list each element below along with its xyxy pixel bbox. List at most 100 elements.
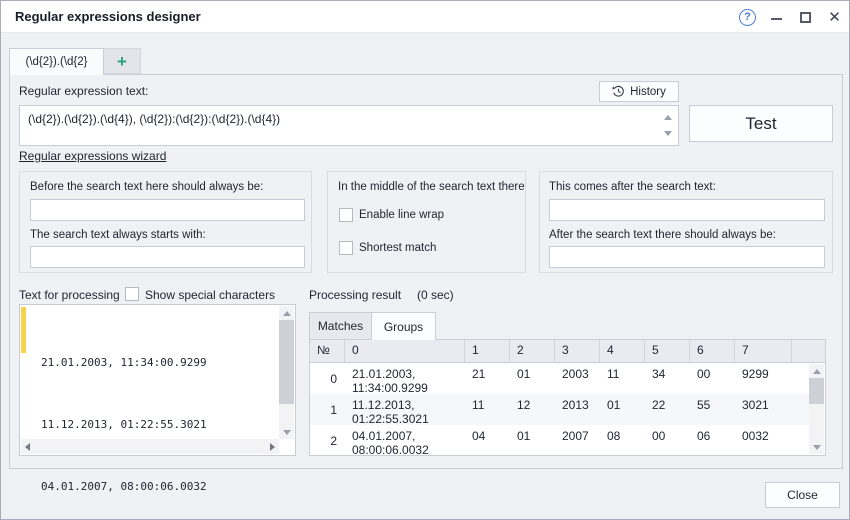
tab-regex-pattern[interactable]: (\d{2}).(\d{2}: [9, 48, 104, 75]
scroll-down-icon: [664, 131, 672, 136]
editor-lines: 21.01.2003, 11:34:00.9299 11.12.2013, 01…: [41, 308, 207, 520]
modified-lines-marker: [21, 307, 26, 353]
match-cell: 21.01.2003, 11:34:00.9299: [345, 363, 465, 394]
shortest-match-label: Shortest match: [359, 242, 436, 254]
starts-with-label: The search text always starts with:: [30, 229, 206, 241]
middle-group-title: In the middle of the search text there: [338, 181, 525, 193]
scroll-right-icon[interactable]: [270, 443, 275, 451]
before-text-label: Before the search text here should alway…: [30, 181, 263, 193]
column-header-1[interactable]: 1: [465, 340, 510, 362]
group-cell: 34: [645, 363, 690, 394]
regex-input-value: (\d{2}).(\d{2}).(\d{4}), (\d{2}):(\d{2})…: [28, 112, 656, 126]
group-cell: 00: [690, 363, 735, 394]
group-cell: 01: [510, 425, 555, 455]
group-cell: 21: [465, 363, 510, 394]
comes-after-label: This comes after the search text:: [549, 181, 716, 193]
add-tab-button[interactable]: +: [104, 48, 141, 74]
column-header-4[interactable]: 4: [600, 340, 645, 362]
column-header-2[interactable]: 2: [510, 340, 555, 362]
close-button[interactable]: Close: [765, 482, 840, 508]
editor-vertical-scrollbar[interactable]: [279, 306, 294, 439]
row-index-cell: 2: [310, 425, 345, 455]
column-header-7[interactable]: 7: [735, 340, 792, 362]
tab-matches[interactable]: Matches: [309, 312, 372, 340]
scroll-up-icon: [664, 115, 672, 120]
group-cell: 22: [645, 394, 690, 425]
group-cell: 2003: [555, 363, 600, 394]
minimize-icon: [771, 18, 782, 20]
group-cell: 00: [645, 425, 690, 455]
regex-input[interactable]: (\d{2}).(\d{2}).(\d{4}), (\d{2}):(\d{2})…: [19, 105, 679, 146]
history-clock-icon: [612, 85, 625, 98]
middle-search-group: In the middle of the search text there E…: [327, 171, 526, 273]
group-cell: 2007: [555, 425, 600, 455]
after-always-input[interactable]: [549, 246, 825, 268]
window-controls: ? ✕: [733, 1, 849, 33]
scroll-down-icon[interactable]: [279, 425, 294, 439]
table-vertical-scrollbar[interactable]: [809, 364, 824, 454]
minimize-button[interactable]: [762, 1, 791, 33]
column-header-0[interactable]: 0: [345, 340, 465, 362]
group-cell: 55: [690, 394, 735, 425]
groups-result-table: № 0 1 2 3 4 5 6 7 0 21.01.2003, 11:34:00…: [309, 339, 826, 456]
after-search-group: This comes after the search text: After …: [539, 171, 833, 273]
group-cell: 11: [465, 394, 510, 425]
editor-line: 11.12.2013, 01:22:55.3021: [41, 417, 207, 433]
column-header-filler: [792, 340, 825, 362]
before-text-input[interactable]: [30, 199, 305, 221]
match-cell: 11.12.2013, 01:22:55.3021: [345, 394, 465, 425]
history-button[interactable]: History: [599, 81, 679, 102]
table-row[interactable]: 2 04.01.2007, 08:00:06.0032 04 01 2007 0…: [310, 425, 809, 455]
shortest-match-checkbox[interactable]: [339, 241, 353, 255]
column-header-index[interactable]: №: [310, 340, 345, 362]
group-cell: 08: [600, 425, 645, 455]
column-header-5[interactable]: 5: [645, 340, 690, 362]
table-header-row: № 0 1 2 3 4 5 6 7: [310, 340, 825, 363]
column-header-6[interactable]: 6: [690, 340, 735, 362]
group-cell: 2013: [555, 394, 600, 425]
regex-wizard-link[interactable]: Regular expressions wizard: [19, 149, 166, 163]
titlebar: Regular expressions designer ? ✕: [1, 1, 849, 33]
regex-text-label: Regular expression text:: [19, 84, 148, 98]
scrollbar-thumb[interactable]: [279, 320, 294, 404]
scrollbar-thumb[interactable]: [809, 378, 824, 404]
editor-line: 04.01.2007, 08:00:06.0032: [41, 479, 207, 495]
regex-designer-window: Regular expressions designer ? ✕ (\d{2})…: [0, 0, 850, 520]
scroll-up-icon[interactable]: [279, 306, 294, 320]
processing-time-label: (0 sec): [417, 288, 454, 302]
table-row[interactable]: 0 21.01.2003, 11:34:00.9299 21 01 2003 1…: [310, 363, 809, 394]
column-header-3[interactable]: 3: [555, 340, 600, 362]
maximize-button[interactable]: [791, 1, 820, 33]
editor-line: 21.01.2003, 11:34:00.9299: [41, 355, 207, 371]
enable-line-wrap-label: Enable line wrap: [359, 209, 444, 221]
comes-after-input[interactable]: [549, 199, 825, 221]
starts-with-input[interactable]: [30, 246, 305, 268]
tab-groups[interactable]: Groups: [371, 312, 436, 340]
enable-line-wrap-checkbox[interactable]: [339, 208, 353, 222]
group-cell: 01: [600, 394, 645, 425]
regex-input-scroll[interactable]: [661, 106, 675, 145]
processing-result-label: Processing result: [309, 288, 401, 302]
table-row[interactable]: 1 11.12.2013, 01:22:55.3021 11 12 2013 0…: [310, 394, 809, 425]
test-button[interactable]: Test: [689, 105, 833, 142]
table-body: 0 21.01.2003, 11:34:00.9299 21 01 2003 1…: [310, 363, 809, 455]
row-index-cell: 1: [310, 394, 345, 425]
group-cell: 3021: [735, 394, 792, 425]
close-window-button[interactable]: ✕: [820, 1, 849, 33]
group-cell: 0032: [735, 425, 792, 455]
scroll-up-icon[interactable]: [809, 364, 824, 378]
scroll-left-icon[interactable]: [25, 443, 30, 451]
editor-horizontal-scrollbar[interactable]: [21, 439, 279, 454]
help-button[interactable]: ?: [733, 1, 762, 33]
group-cell: 9299: [735, 363, 792, 394]
show-special-characters-checkbox[interactable]: [125, 287, 139, 301]
maximize-icon: [800, 12, 811, 23]
group-cell: 11: [600, 363, 645, 394]
group-cell: 12: [510, 394, 555, 425]
group-cell: 06: [690, 425, 735, 455]
group-cell: 01: [510, 363, 555, 394]
scroll-down-icon[interactable]: [809, 440, 824, 454]
history-button-label: History: [630, 86, 666, 98]
text-for-processing-editor[interactable]: 21.01.2003, 11:34:00.9299 11.12.2013, 01…: [19, 304, 296, 456]
match-cell: 04.01.2007, 08:00:06.0032: [345, 425, 465, 455]
